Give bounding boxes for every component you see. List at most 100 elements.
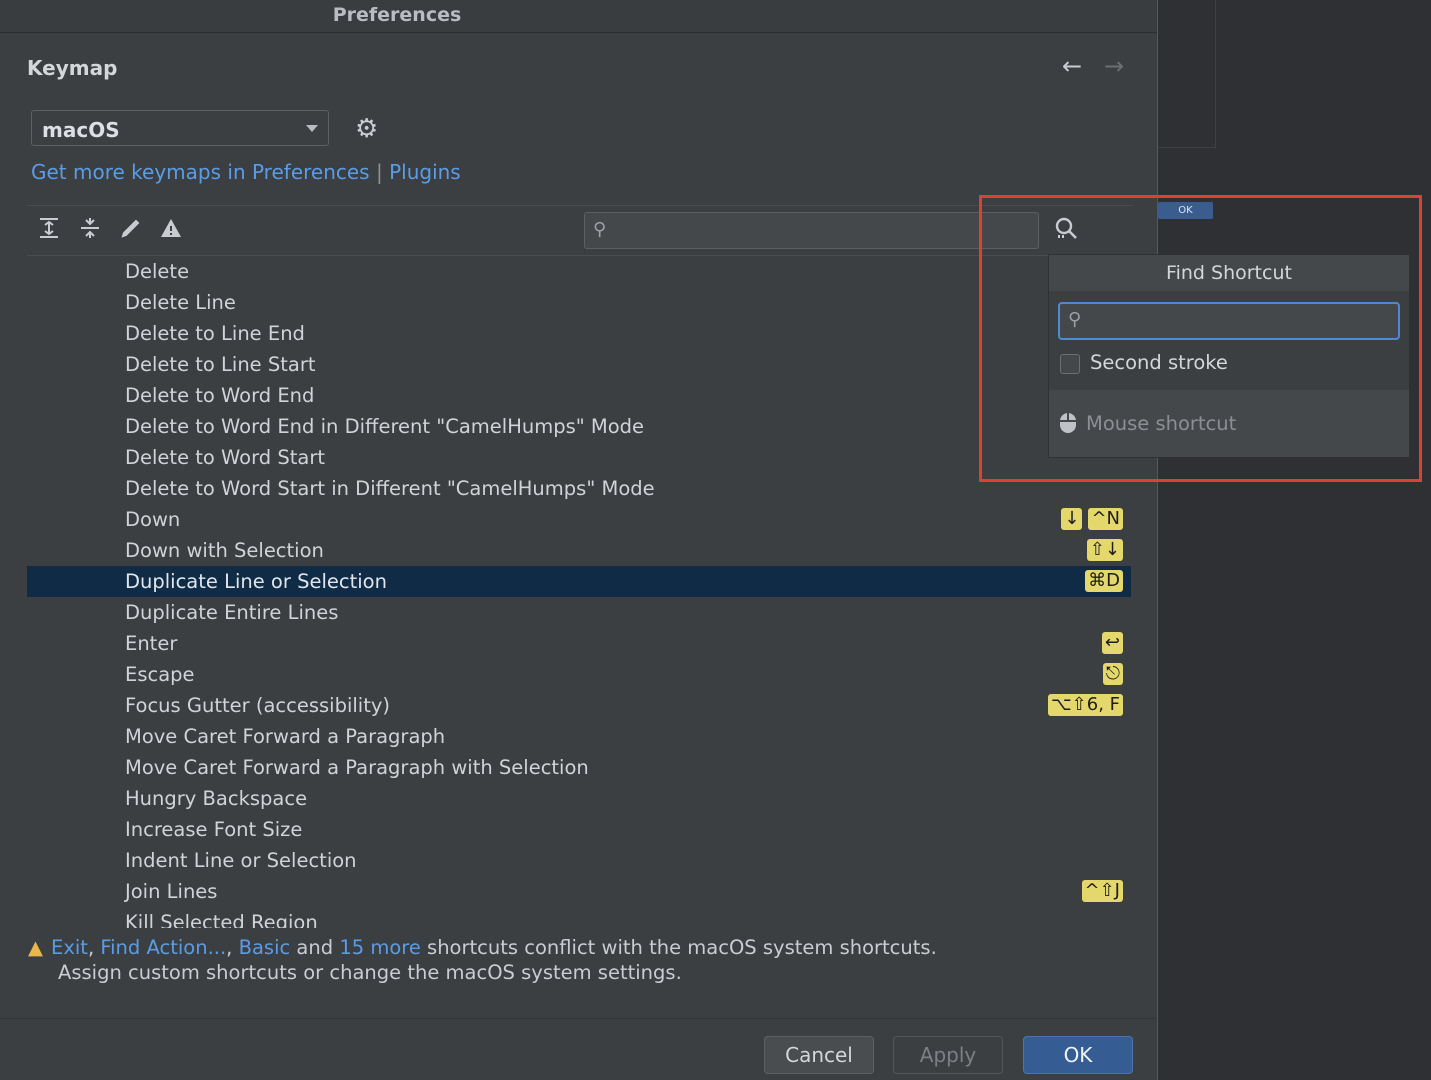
action-label: Duplicate Entire Lines	[125, 601, 339, 624]
chevron-down-icon	[306, 125, 318, 132]
preferences-dialog: Preferences Keymap ← → macOS ⚙ Get more …	[0, 0, 1158, 1080]
mouse-icon	[1059, 412, 1077, 439]
footer-divider	[0, 1018, 1157, 1019]
search-icon: ⚲	[593, 219, 607, 240]
edit-shortcut-icon[interactable]	[116, 216, 146, 246]
action-label: Move Caret Forward a Paragraph	[125, 725, 446, 748]
action-row[interactable]: Delete to Line End	[27, 318, 1131, 349]
back-arrow-icon[interactable]: ←	[1062, 52, 1082, 80]
action-label: Increase Font Size	[125, 818, 303, 841]
action-label: Delete to Word End	[125, 384, 315, 407]
shortcut-badges: ⇧↓	[1086, 539, 1123, 561]
action-row[interactable]: Delete to Word Start in Different "Camel…	[27, 473, 1131, 504]
cancel-button[interactable]: Cancel	[764, 1036, 874, 1074]
shortcut-badge: ⌘D	[1085, 570, 1123, 592]
mouse-shortcut-label[interactable]: Mouse shortcut	[1086, 412, 1236, 435]
action-row[interactable]: Focus Gutter (accessibility) ⌥⇧6, F	[27, 690, 1131, 721]
conflict-link-basic[interactable]: Basic	[239, 936, 291, 959]
shortcut-badges: ⌘D	[1085, 570, 1123, 592]
action-row[interactable]: Move Caret Forward a Paragraph	[27, 721, 1131, 752]
action-row[interactable]: Delete Line	[27, 287, 1131, 318]
action-row[interactable]: Duplicate Line or Selection ⌘D	[27, 566, 1131, 597]
shortcut-badge: ⎋	[1102, 663, 1123, 685]
warning-text: shortcuts conflict with the macOS system…	[420, 936, 937, 959]
action-label: Delete Line	[125, 291, 236, 314]
shortcut-badge: ⌥⇧6, F	[1047, 694, 1123, 716]
action-search-input[interactable]: ⚲	[584, 212, 1039, 249]
action-list[interactable]: Delete Delete Line Delete to Line End Delet…	[27, 255, 1131, 928]
action-label: Focus Gutter (accessibility)	[125, 694, 391, 717]
action-label: Delete to Word Start	[125, 446, 325, 469]
warning-text-line2: Assign custom shortcuts or change the ma…	[58, 961, 682, 984]
ok-button[interactable]: OK	[1023, 1036, 1133, 1074]
get-more-keymaps-link[interactable]: Get more keymaps in Preferences	[31, 160, 370, 184]
shortcut-badge: ⇧↓	[1086, 539, 1123, 561]
background-panel	[1157, 0, 1216, 148]
shortcut-badges: ⌥⇧6, F	[1047, 694, 1123, 716]
background-ok-button[interactable]: OK	[1158, 202, 1213, 219]
action-row[interactable]: Delete	[27, 256, 1131, 287]
shortcut-badge: ↩	[1101, 632, 1123, 654]
conflict-link-find-action[interactable]: Find Action...	[100, 936, 226, 959]
action-row[interactable]: Hungry Backspace	[27, 783, 1131, 814]
action-row[interactable]: Indent Line or Selection	[27, 845, 1131, 876]
collapse-all-icon[interactable]	[75, 216, 105, 246]
action-row[interactable]: Delete to Word End in Different "CamelHu…	[27, 411, 1131, 442]
conflict-link-more[interactable]: 15 more	[339, 936, 421, 959]
shortcut-badges: ↩	[1101, 632, 1123, 654]
action-row[interactable]: Duplicate Entire Lines	[27, 597, 1131, 628]
action-row[interactable]: Down with Selection ⇧↓	[27, 535, 1131, 566]
action-label: Enter	[125, 632, 178, 655]
action-label: Indent Line or Selection	[125, 849, 357, 872]
action-label: Escape	[125, 663, 195, 686]
action-label: Delete to Word Start in Different "Camel…	[125, 477, 655, 500]
link-separator: |	[375, 160, 383, 184]
action-label: Move Caret Forward a Paragraph with Sele…	[125, 756, 589, 779]
action-row[interactable]: Enter ↩	[27, 628, 1131, 659]
background-window	[1157, 0, 1431, 1080]
action-label: Delete to Word End in Different "CamelHu…	[125, 415, 645, 438]
action-label: Down	[125, 508, 181, 531]
action-row[interactable]: Delete to Word End	[27, 380, 1131, 411]
shortcut-badge: ↓	[1061, 508, 1083, 530]
shortcut-badge: ^N	[1088, 508, 1123, 530]
action-label: Delete	[125, 260, 190, 283]
action-row[interactable]: Move Caret Forward a Paragraph with Sele…	[27, 752, 1131, 783]
second-stroke-label[interactable]: Second stroke	[1090, 351, 1228, 374]
apply-button[interactable]: Apply	[893, 1036, 1003, 1074]
warning-icon: ▲	[28, 936, 43, 959]
warning-text: ,	[87, 936, 101, 959]
shortcut-badges: ⎋	[1102, 663, 1123, 685]
action-row[interactable]: Down ↓ ^N	[27, 504, 1131, 535]
action-label: Kill Selected Region	[125, 911, 318, 928]
find-shortcut-icon[interactable]	[1053, 216, 1079, 248]
warning-text: ,	[226, 936, 239, 959]
keymap-select[interactable]: macOS	[31, 110, 329, 146]
action-row[interactable]: Increase Font Size	[27, 814, 1131, 845]
action-row[interactable]: Join Lines ^⇧J	[27, 876, 1131, 907]
plugins-link[interactable]: Plugins	[389, 160, 461, 184]
warning-filter-icon[interactable]	[156, 216, 186, 246]
shortcut-badges: ↓ ^N	[1061, 508, 1123, 530]
expand-all-icon[interactable]	[34, 216, 64, 246]
title-bar: Preferences	[0, 0, 1157, 33]
divider	[27, 205, 1133, 206]
action-label: Delete to Line End	[125, 322, 305, 345]
find-shortcut-popup: Find Shortcut ⚲ Second stroke Mouse shor…	[1048, 254, 1410, 458]
shortcut-search-input[interactable]: ⚲	[1058, 302, 1400, 340]
second-stroke-checkbox[interactable]	[1060, 354, 1080, 374]
action-row[interactable]: Delete to Line Start	[27, 349, 1131, 380]
action-label: Duplicate Line or Selection	[125, 570, 387, 593]
conflict-warning: ▲ Exit, Find Action..., Basic and 15 more…	[28, 935, 937, 985]
forward-arrow-icon[interactable]: →	[1104, 52, 1124, 80]
warning-text: and	[290, 936, 340, 959]
action-row[interactable]: Escape ⎋	[27, 659, 1131, 690]
action-row[interactable]: Kill Selected Region	[27, 907, 1131, 928]
search-icon: ⚲	[1068, 309, 1082, 330]
gear-icon[interactable]: ⚙	[355, 114, 378, 144]
action-row[interactable]: Delete to Word Start⌥⌫	[27, 442, 1131, 473]
shortcut-badges: ^⇧J	[1081, 880, 1123, 902]
action-label: Delete to Line Start	[125, 353, 316, 376]
action-label: Hungry Backspace	[125, 787, 308, 810]
conflict-link-exit[interactable]: Exit	[51, 936, 88, 959]
